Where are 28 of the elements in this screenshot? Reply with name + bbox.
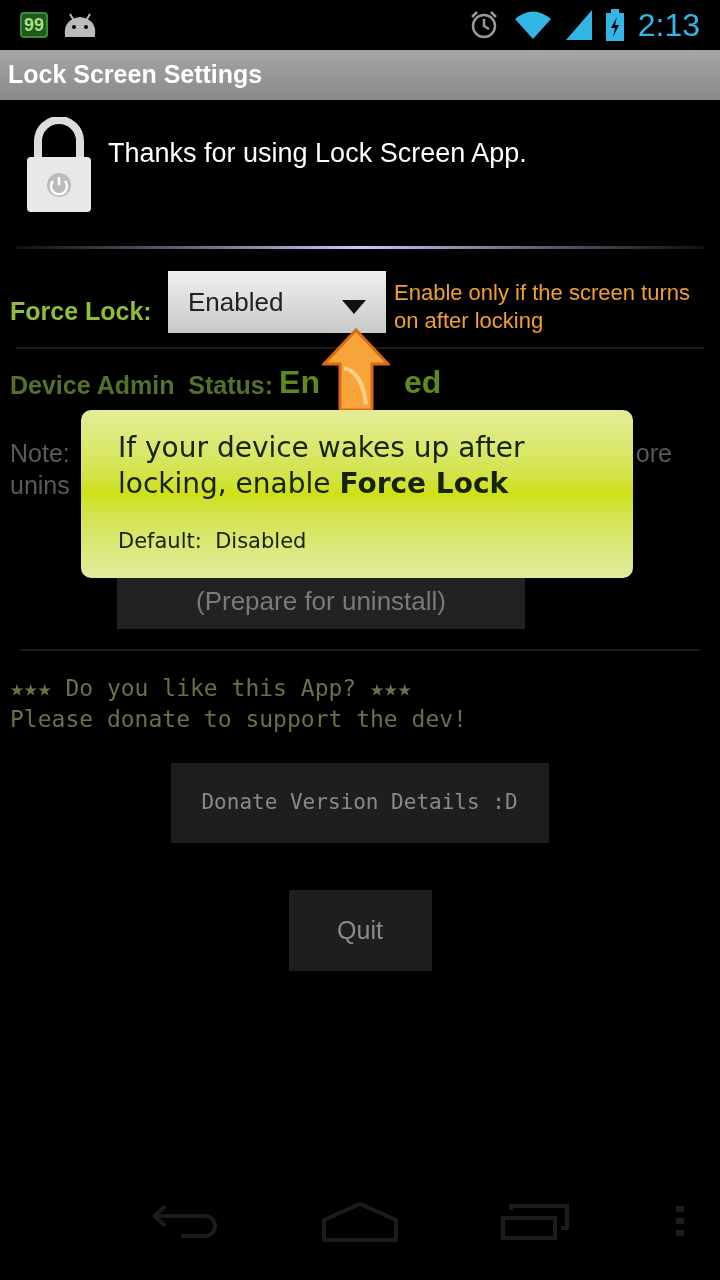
thanks-message: Thanks for using Lock Screen App.: [108, 136, 527, 170]
quit-button[interactable]: Quit: [288, 890, 432, 971]
donate-prompt: ★★★ Do you like this App? ★★★: [10, 674, 413, 703]
up-arrow-icon: [322, 328, 390, 412]
window-title: Lock Screen Settings: [8, 59, 263, 91]
force-lock-label: Force Lock:: [10, 296, 153, 327]
overflow-menu-icon: [676, 1206, 684, 1236]
force-lock-hint: Enable only if the screen turns on after locking: [394, 279, 691, 335]
force-lock-dropdown[interactable]: Enabled: [168, 271, 386, 333]
device-admin-status: ed: [403, 363, 442, 401]
recent-apps-icon: [500, 1204, 569, 1240]
device-admin-status: En: [279, 363, 320, 401]
device-admin-label: Device Admin Status:: [10, 370, 274, 401]
note-text: ore: [635, 438, 672, 469]
padlock-icon: [26, 117, 92, 213]
dropdown-caret-icon: [342, 300, 366, 314]
note-text: unins: [10, 470, 70, 501]
wifi-icon: [513, 10, 552, 40]
tooltip-message: If your device wakes up after locking, enable Force Lock: [118, 430, 526, 502]
signal-icon: [565, 10, 592, 40]
donate-prompt: Please donate to support the dev!: [10, 705, 468, 734]
back-icon: [151, 1204, 220, 1240]
battery-charging-icon: [605, 9, 624, 41]
home-icon: [322, 1202, 398, 1242]
clock-time: 2:13: [637, 9, 700, 41]
notification-badge: 99: [20, 12, 49, 38]
donate-details-button[interactable]: Donate Version Details :D: [170, 763, 549, 843]
note-text: Note:: [10, 438, 70, 469]
